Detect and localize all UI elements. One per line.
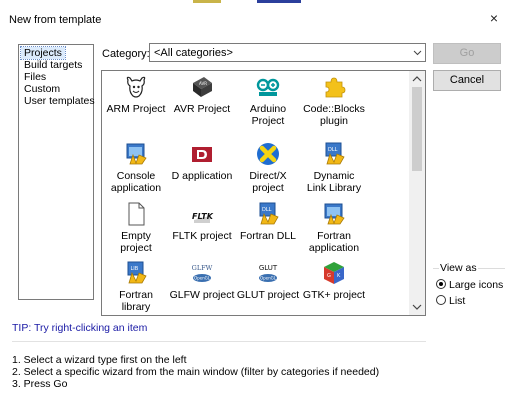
wizard-type-projects[interactable]: Projects (20, 46, 66, 60)
radio-checked-icon[interactable] (436, 279, 446, 289)
view-large-icons-option[interactable]: Large icons (436, 279, 503, 291)
glut-logo-text: GLUT (259, 264, 278, 272)
glut-logo-icon: GLUT OpenGL (259, 264, 278, 282)
category-label: Category: (102, 48, 150, 60)
template-fltk-project[interactable]: FLTK FLTK project (169, 202, 235, 242)
help-line-2: 2. Select a specific wizard from the mai… (12, 366, 380, 378)
svg-text:G: G (327, 273, 331, 279)
avr-chip-icon: AVR (193, 77, 212, 97)
svg-text:DLL: DLL (328, 147, 338, 153)
template-label: GLUT project (236, 289, 300, 301)
template-directx-project[interactable]: Direct/X project (235, 142, 301, 194)
svg-text:OpenGL: OpenGL (194, 276, 211, 281)
wizard-type-custom[interactable]: Custom (21, 83, 63, 95)
template-label: ARM Project (106, 103, 166, 115)
template-codeblocks-plugin[interactable]: Code::Blocks plugin (301, 75, 367, 127)
template-label: Code::Blocks plugin (303, 103, 365, 127)
template-label: GLFW project (169, 289, 235, 301)
template-console-application[interactable]: Console application (103, 142, 169, 194)
scroll-down-icon[interactable] (409, 299, 425, 315)
d-language-icon (192, 147, 212, 162)
fltk-logo-icon: FLTK (192, 212, 214, 223)
puzzle-piece-icon (325, 77, 346, 98)
scroll-up-icon[interactable] (409, 71, 425, 87)
console-app-icon (126, 143, 147, 165)
template-label: Arduino Project (249, 103, 287, 127)
glfw-logo-text: GLFW (192, 264, 213, 272)
template-label: FLTK project (172, 230, 232, 242)
template-avr-project[interactable]: AVR AVR Project (169, 75, 235, 115)
empty-page-icon (128, 202, 145, 226)
glfw-logo-icon: GLFW OpenGL (192, 264, 213, 282)
template-label: Fortran application (308, 230, 360, 254)
window-title: New from template (9, 14, 102, 26)
svg-text:FLTK: FLTK (192, 212, 214, 221)
scrollbar-thumb[interactable] (412, 87, 422, 171)
template-dynamic-link-library[interactable]: DLL Dynamic Link Library (301, 142, 367, 194)
template-grid-scrollbar[interactable] (409, 71, 425, 315)
template-fortran-application[interactable]: Fortran application (301, 202, 367, 254)
title-bar: New from template × (0, 0, 505, 32)
template-label: D application (171, 170, 233, 182)
view-as-label: View as (439, 262, 478, 274)
help-divider (12, 341, 426, 342)
dll-icon: DLL (325, 142, 345, 165)
go-button[interactable]: Go (433, 43, 501, 64)
tip-text: TIP: Try right-clicking an item (12, 322, 148, 334)
fortran-dll-icon: DLL (259, 202, 279, 225)
template-fortran-dll[interactable]: DLL Fortran DLL (235, 202, 301, 242)
chevron-down-icon (413, 50, 422, 56)
help-line-1: 1. Select a wizard type first on the lef… (12, 354, 187, 366)
view-list-option[interactable]: List (436, 295, 465, 307)
wizard-type-list[interactable]: Projects Build targets Files Custom User… (18, 44, 95, 300)
help-line-3: 3. Press Go (12, 378, 68, 390)
gtk-cube-icon: G K (324, 262, 344, 284)
template-label: Empty project (120, 230, 152, 254)
gnu-head-icon (126, 76, 146, 98)
template-gtk-project[interactable]: G K GTK+ project (301, 261, 367, 301)
svg-text:AVR: AVR (199, 81, 207, 86)
directx-icon (257, 143, 279, 165)
arduino-logo-icon (256, 78, 280, 96)
template-grid[interactable]: ARM Project AVR AVR Project Arduino Proje… (101, 70, 426, 316)
radio-unchecked-icon[interactable] (436, 295, 446, 305)
template-empty-project[interactable]: Empty project (103, 202, 169, 254)
template-label: Direct/X project (249, 170, 287, 194)
template-glfw-project[interactable]: GLFW OpenGL GLFW project (169, 261, 235, 301)
category-value: <All categories> (154, 47, 233, 59)
template-d-application[interactable]: D application (169, 142, 235, 182)
template-label: Fortran library (119, 289, 153, 313)
svg-text:DLL: DLL (262, 207, 272, 213)
wizard-type-user-templates[interactable]: User templates (21, 95, 98, 107)
fortran-lib-icon: LIB (127, 261, 147, 284)
wizard-type-build-targets[interactable]: Build targets (21, 59, 85, 71)
template-fortran-library[interactable]: LIB Fortran library (103, 261, 169, 313)
template-label: Fortran DLL (239, 230, 297, 242)
template-label: Console application (110, 170, 162, 194)
svg-text:LIB: LIB (131, 266, 139, 272)
cancel-button[interactable]: Cancel (433, 70, 501, 91)
view-option-label: List (449, 295, 466, 307)
wizard-type-files[interactable]: Files (21, 71, 49, 83)
category-dropdown[interactable]: <All categories> (149, 43, 426, 62)
close-button[interactable]: × (487, 11, 501, 25)
svg-text:OpenGL: OpenGL (260, 276, 277, 281)
template-glut-project[interactable]: GLUT OpenGL GLUT project (235, 261, 301, 301)
template-arduino-project[interactable]: Arduino Project (235, 75, 301, 127)
fortran-app-icon (324, 203, 345, 225)
template-label: GTK+ project (302, 289, 366, 301)
template-arm-project[interactable]: ARM Project (103, 75, 169, 115)
template-label: AVR Project (173, 103, 231, 115)
view-as-group: View as Large icons List (433, 262, 505, 316)
view-option-label: Large icons (449, 279, 504, 291)
template-label: Dynamic Link Library (306, 170, 362, 194)
